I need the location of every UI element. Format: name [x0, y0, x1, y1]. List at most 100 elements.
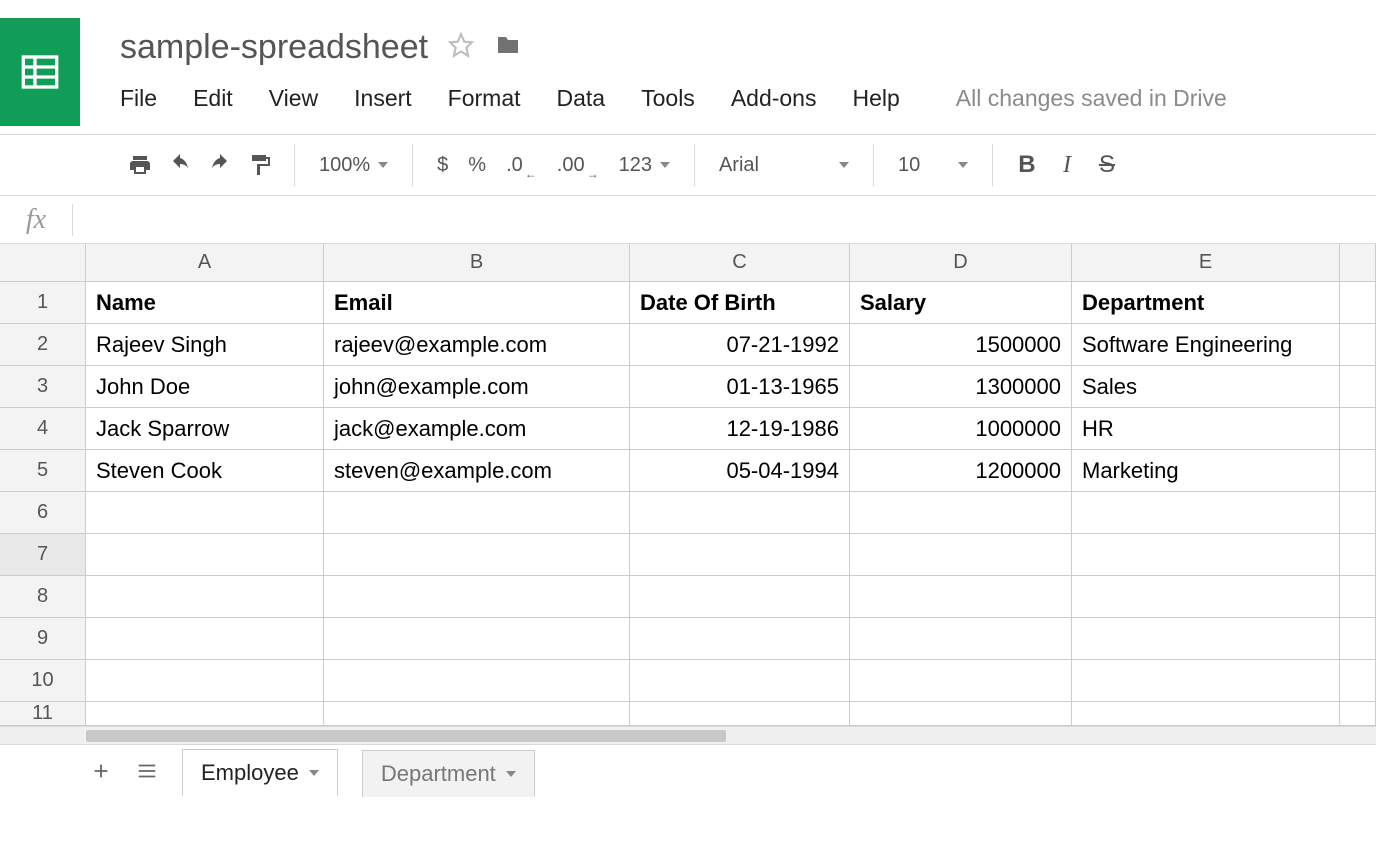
menu-insert[interactable]: Insert [354, 85, 412, 112]
menu-format[interactable]: Format [448, 85, 521, 112]
cell[interactable] [1340, 366, 1376, 407]
cell[interactable]: HR [1072, 408, 1340, 449]
cell[interactable] [1072, 702, 1340, 725]
cell[interactable]: 05-04-1994 [630, 450, 850, 491]
menu-tools[interactable]: Tools [641, 85, 695, 112]
row-header-2[interactable]: 2 [0, 324, 86, 365]
paint-format-button[interactable] [240, 145, 280, 185]
cell[interactable] [324, 660, 630, 701]
cell[interactable]: john@example.com [324, 366, 630, 407]
cell[interactable]: Jack Sparrow [86, 408, 324, 449]
cell[interactable]: Rajeev Singh [86, 324, 324, 365]
row-header-7[interactable]: 7 [0, 534, 86, 575]
print-button[interactable] [120, 145, 160, 185]
cell[interactable] [1340, 618, 1376, 659]
cell[interactable]: Name [86, 282, 324, 323]
menu-data[interactable]: Data [557, 85, 606, 112]
cell[interactable] [850, 618, 1072, 659]
cell[interactable] [1340, 534, 1376, 575]
row-header-8[interactable]: 8 [0, 576, 86, 617]
column-header-f[interactable] [1340, 244, 1376, 281]
cell[interactable]: Email [324, 282, 630, 323]
menu-edit[interactable]: Edit [193, 85, 233, 112]
select-all-corner[interactable] [0, 244, 86, 281]
row-header-1[interactable]: 1 [0, 282, 86, 323]
cell[interactable] [850, 492, 1072, 533]
cell[interactable]: Software Engineering [1072, 324, 1340, 365]
cell[interactable]: Salary [850, 282, 1072, 323]
column-header-c[interactable]: C [630, 244, 850, 281]
cell[interactable] [1072, 660, 1340, 701]
all-sheets-button[interactable] [136, 760, 158, 787]
cell[interactable]: Date Of Birth [630, 282, 850, 323]
cell[interactable] [850, 702, 1072, 725]
cell[interactable] [630, 492, 850, 533]
undo-button[interactable] [160, 145, 200, 185]
cell[interactable]: John Doe [86, 366, 324, 407]
cell[interactable] [850, 576, 1072, 617]
sheet-tab-employee[interactable]: Employee [182, 749, 338, 796]
row-header-9[interactable]: 9 [0, 618, 86, 659]
menu-addons[interactable]: Add-ons [731, 85, 817, 112]
menu-help[interactable]: Help [852, 85, 899, 112]
percent-button[interactable]: % [458, 154, 496, 177]
column-header-e[interactable]: E [1072, 244, 1340, 281]
cell[interactable] [1340, 702, 1376, 725]
add-sheet-button[interactable] [90, 760, 112, 787]
cell[interactable] [850, 534, 1072, 575]
cell[interactable] [1340, 492, 1376, 533]
cell[interactable] [86, 618, 324, 659]
cell[interactable]: steven@example.com [324, 450, 630, 491]
cell[interactable]: 1000000 [850, 408, 1072, 449]
column-header-b[interactable]: B [324, 244, 630, 281]
row-header-5[interactable]: 5 [0, 450, 86, 491]
cell[interactable] [324, 492, 630, 533]
cell[interactable] [324, 618, 630, 659]
cell[interactable] [1072, 534, 1340, 575]
document-title[interactable]: sample-spreadsheet [120, 28, 428, 67]
cell[interactable]: rajeev@example.com [324, 324, 630, 365]
cell[interactable]: 1300000 [850, 366, 1072, 407]
font-dropdown[interactable]: Arial [709, 154, 859, 177]
sheet-tab-department[interactable]: Department [362, 750, 535, 797]
cell[interactable] [1340, 576, 1376, 617]
strikethrough-button[interactable]: S [1087, 145, 1127, 185]
cell[interactable]: 1500000 [850, 324, 1072, 365]
row-header-10[interactable]: 10 [0, 660, 86, 701]
cell[interactable] [1340, 282, 1376, 323]
number-format-dropdown[interactable]: 123 [609, 154, 680, 177]
cell[interactable]: 01-13-1965 [630, 366, 850, 407]
menu-view[interactable]: View [269, 85, 318, 112]
cell[interactable]: Marketing [1072, 450, 1340, 491]
cell[interactable] [86, 534, 324, 575]
star-icon[interactable] [448, 32, 474, 63]
cell[interactable]: Sales [1072, 366, 1340, 407]
cell[interactable] [324, 534, 630, 575]
increase-decimal-button[interactable]: .00→ [547, 154, 609, 177]
cell[interactable] [1072, 492, 1340, 533]
row-header-4[interactable]: 4 [0, 408, 86, 449]
cell[interactable] [324, 702, 630, 725]
row-header-11[interactable]: 11 [0, 702, 86, 725]
cell[interactable] [850, 660, 1072, 701]
scrollbar-thumb[interactable] [86, 730, 726, 742]
cell[interactable] [1072, 618, 1340, 659]
cell[interactable] [1340, 450, 1376, 491]
cell[interactable] [1340, 408, 1376, 449]
cell[interactable] [86, 576, 324, 617]
cell[interactable]: 12-19-1986 [630, 408, 850, 449]
italic-button[interactable]: I [1047, 145, 1087, 185]
cell[interactable]: jack@example.com [324, 408, 630, 449]
currency-button[interactable]: $ [427, 154, 458, 177]
cell[interactable] [1340, 660, 1376, 701]
decrease-decimal-button[interactable]: .0← [496, 154, 547, 177]
formula-input[interactable] [73, 196, 1376, 243]
cell[interactable] [1072, 576, 1340, 617]
font-size-dropdown[interactable]: 10 [888, 154, 978, 177]
cell[interactable] [630, 576, 850, 617]
redo-button[interactable] [200, 145, 240, 185]
cell[interactable] [86, 492, 324, 533]
cell[interactable]: Department [1072, 282, 1340, 323]
cell[interactable]: Steven Cook [86, 450, 324, 491]
horizontal-scrollbar[interactable] [0, 726, 1376, 744]
